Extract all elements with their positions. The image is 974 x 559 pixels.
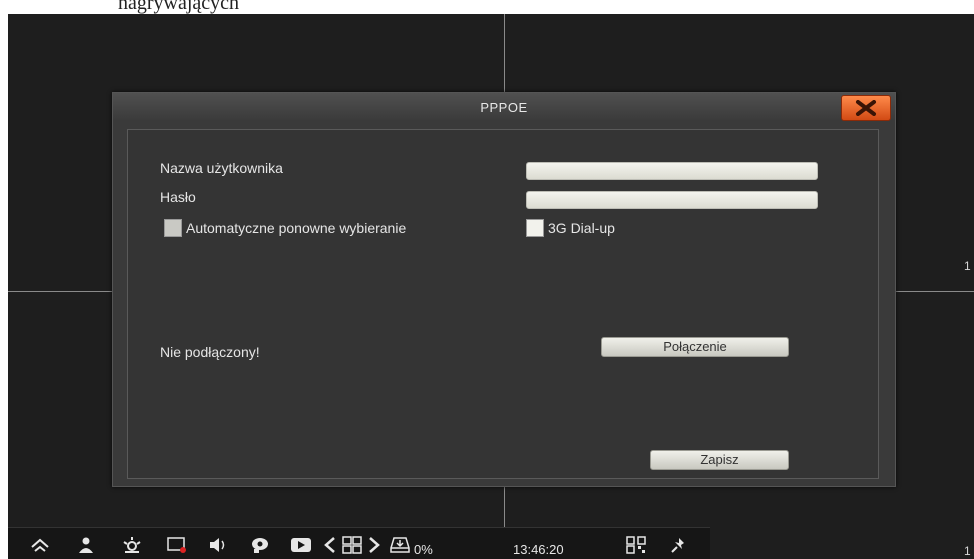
user-icon[interactable] <box>76 536 96 554</box>
dialup-3g-label: 3G Dial-up <box>548 220 615 236</box>
connection-status: Nie podłączony! <box>160 344 260 360</box>
pppoe-dialog: PPPOE Nazwa użytkownika Hasło Automatycz… <box>112 92 896 487</box>
channel-number: 1 <box>964 259 971 273</box>
ptz-icon[interactable] <box>250 536 270 554</box>
motion-alarm-icon[interactable] <box>122 536 142 554</box>
dialog-body: Nazwa użytkownika Hasło Automatyczne pon… <box>127 129 879 479</box>
playback-icon[interactable] <box>290 536 312 554</box>
pin-icon[interactable] <box>670 536 688 554</box>
password-input[interactable] <box>526 191 818 209</box>
grid-divider-horizontal-left <box>8 291 116 292</box>
record-icon[interactable] <box>166 536 188 554</box>
channel-number: 1 <box>964 544 971 558</box>
dialog-title: PPPOE <box>480 100 528 115</box>
grid-divider-horizontal-right <box>894 291 974 292</box>
next-arrow-icon[interactable] <box>366 536 382 554</box>
top-text-fragment: nagrywających <box>0 0 974 14</box>
dialog-titlebar: PPPOE <box>113 93 895 121</box>
taskbar: 0% 13:46:20 <box>8 527 710 559</box>
password-label: Hasło <box>160 189 196 205</box>
hdd-icon[interactable] <box>390 536 410 554</box>
volume-icon[interactable] <box>208 536 228 554</box>
home-up-icon[interactable] <box>30 536 50 554</box>
grid-layout-icon[interactable] <box>342 536 362 554</box>
qr-code-icon[interactable] <box>626 536 646 554</box>
top-text: nagrywających <box>118 0 240 14</box>
auto-redial-checkbox[interactable]: Automatyczne ponowne wybieranie <box>164 219 406 237</box>
save-button[interactable]: Zapisz <box>650 450 789 470</box>
dvr-screen: 1 1 PPPOE Nazwa użytkownika Hasło Automa… <box>8 14 974 559</box>
dialup-3g-checkbox-box[interactable] <box>526 219 544 237</box>
username-input[interactable] <box>526 162 818 180</box>
auto-redial-checkbox-box[interactable] <box>164 219 182 237</box>
close-x-icon <box>856 100 876 116</box>
close-button[interactable] <box>841 95 891 121</box>
dialup-3g-checkbox[interactable]: 3G Dial-up <box>526 219 615 237</box>
connect-button[interactable]: Połączenie <box>601 337 789 357</box>
auto-redial-label: Automatyczne ponowne wybieranie <box>186 220 407 236</box>
username-label: Nazwa użytkownika <box>160 160 283 176</box>
clock-time: 13:46:20 <box>513 542 564 557</box>
hdd-usage: 0% <box>414 542 433 557</box>
prev-arrow-icon[interactable] <box>322 536 338 554</box>
